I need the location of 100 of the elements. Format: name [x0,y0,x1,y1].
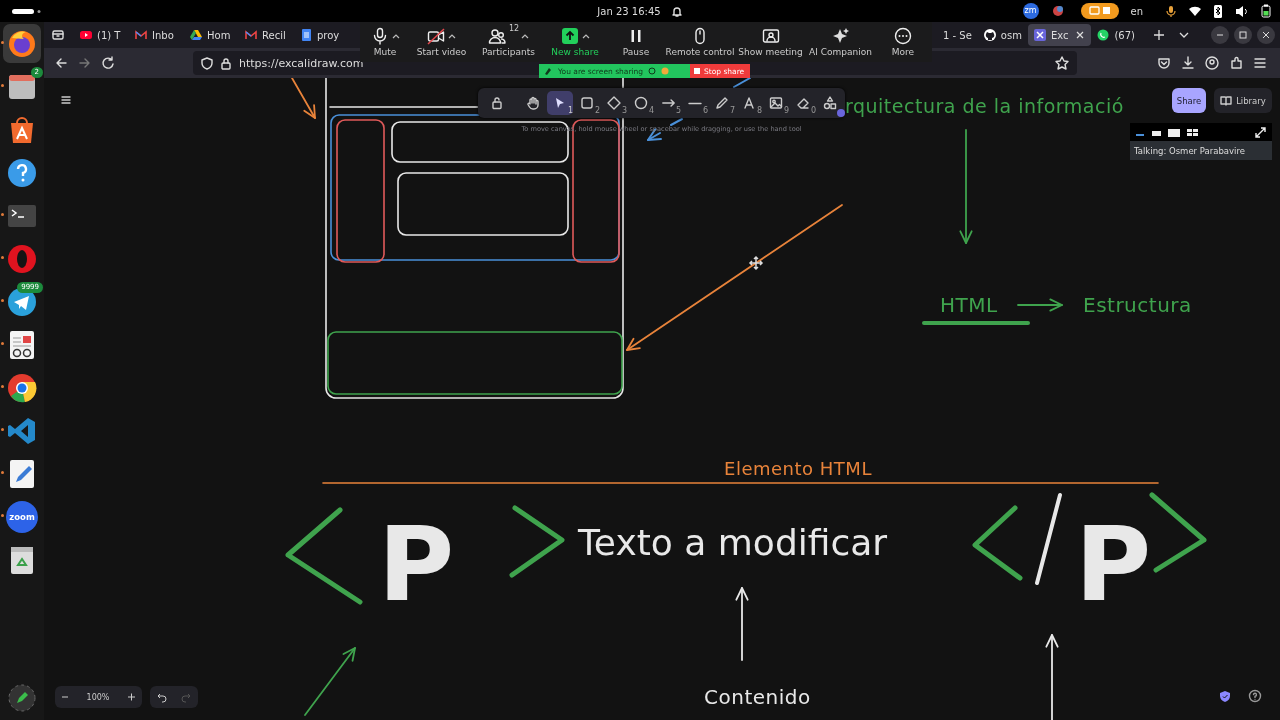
browser-tab[interactable]: Recil [239,24,294,46]
close-icon[interactable] [1257,26,1275,44]
download-icon[interactable] [1181,56,1195,70]
zoom-app-icon[interactable]: zoom [6,500,38,533]
zoom-level-button[interactable]: 100% [86,692,110,702]
star-icon[interactable] [1055,56,1069,70]
extensions-icon[interactable] [1229,56,1243,70]
bell-icon[interactable] [670,5,683,17]
reload-icon[interactable] [101,56,115,70]
participant-count: 12 [509,24,520,33]
undo-button[interactable] [157,691,167,703]
help-icon[interactable] [1248,689,1262,703]
forward-icon[interactable] [78,56,92,70]
text-editor-icon[interactable] [7,458,37,489]
minimize-icon[interactable] [1211,26,1229,44]
menu-icon[interactable] [1253,56,1267,70]
content-text: Texto a modificar [578,522,888,563]
browser-tab[interactable]: Hom [184,24,239,46]
undo-icon [157,691,167,703]
caret-icon[interactable] [581,32,590,40]
speaker-view-icon[interactable] [1168,127,1180,137]
tool-button[interactable]: 0 [790,91,816,115]
diamond-icon [606,95,622,111]
zoom-tray-icon[interactable]: zm [1022,3,1039,19]
pencil-icon [714,95,730,111]
fullscreen-icon[interactable] [1255,126,1266,138]
chrome-icon[interactable] [7,372,37,403]
shield-icon[interactable] [1219,690,1231,703]
arrow-icon [661,99,675,107]
caret-icon[interactable] [391,32,400,40]
app-grid-icon[interactable] [7,683,37,713]
browser-tab[interactable]: proy [294,24,349,46]
browser-tab[interactable]: 1 - Se [937,24,978,46]
more-icon [894,27,912,45]
tool-button[interactable]: 7 [709,91,735,115]
tool-button[interactable]: 4 [628,91,654,115]
image-icon [768,95,784,111]
shortcut-key: 1 [567,107,573,115]
back-icon[interactable] [54,56,68,70]
volume-icon[interactable] [1235,4,1248,18]
battery-icon[interactable] [1260,4,1272,18]
screen-share-indicator-icon[interactable] [1080,3,1119,19]
pause-dot-icon[interactable] [661,67,670,75]
chat-icon [1097,29,1110,41]
browser-tab[interactable]: osm [977,24,1028,46]
shield-icon[interactable] [201,56,213,70]
section-title: Elemento HTML [724,458,872,479]
line-icon [687,101,703,105]
tab-list-icon[interactable] [1179,30,1189,40]
new-tab-icon[interactable] [1153,29,1165,41]
library-button[interactable]: Library [1214,88,1272,113]
tool-button[interactable]: 5 [655,91,681,115]
zoom-out-button[interactable] [61,693,69,701]
shortcut-key: 4 [648,107,654,115]
move-cursor-icon [748,255,764,271]
browser-tab[interactable]: (67) [1091,24,1141,46]
tool-button[interactable]: 1 [547,91,573,115]
hand-icon [525,95,541,111]
camera-off-icon [427,27,445,45]
square-icon [579,95,595,111]
app-tray-icon[interactable] [1050,4,1065,18]
close-icon[interactable] [1075,30,1086,40]
tool-button[interactable]: 2 [574,91,600,115]
mail-icon [245,29,257,41]
bluetooth-icon[interactable] [1213,4,1223,18]
document-icon[interactable] [7,329,37,360]
vscode-icon[interactable] [7,415,37,446]
browser-tab[interactable]: Inbo [129,24,184,46]
sidebar-icon[interactable] [51,28,65,42]
share-button[interactable]: Share [1172,88,1206,113]
arrow [304,647,356,716]
browser-tab[interactable]: (1) T [74,24,129,46]
wifi-icon[interactable] [1189,5,1201,17]
circle-icon[interactable] [648,67,657,75]
tool-button[interactable]: 3 [601,91,627,115]
pocket-icon[interactable] [1157,56,1171,70]
gallery-view-icon[interactable] [1187,127,1198,137]
mail-icon [135,29,147,41]
shortcut-key: 9 [783,107,789,115]
firefox-icon[interactable] [7,28,37,59]
help-icon[interactable] [7,157,37,188]
picture-frame-icon [761,27,780,45]
pin-icon [543,66,553,76]
sparkle-icon [831,27,850,45]
tool-button[interactable]: 8 [736,91,762,115]
account-icon[interactable] [1205,56,1219,70]
browser-tab[interactable]: Exc [1027,24,1092,46]
shortcut-key: 2 [594,107,600,115]
tool-button[interactable]: 9 [763,91,789,115]
redo-icon [181,691,191,703]
microphone-icon[interactable] [1165,5,1177,17]
opera-icon[interactable] [7,243,37,274]
caret-icon[interactable] [521,32,529,40]
caret-icon[interactable] [448,32,456,40]
tool-button[interactable]: 6 [682,91,708,115]
restore-icon[interactable] [1234,26,1252,44]
clock[interactable]: Jan 23 16:45 [597,5,661,17]
lock-icon[interactable] [220,56,232,70]
language-indicator[interactable]: en [1130,5,1143,17]
zoom-in-button[interactable] [127,692,136,702]
